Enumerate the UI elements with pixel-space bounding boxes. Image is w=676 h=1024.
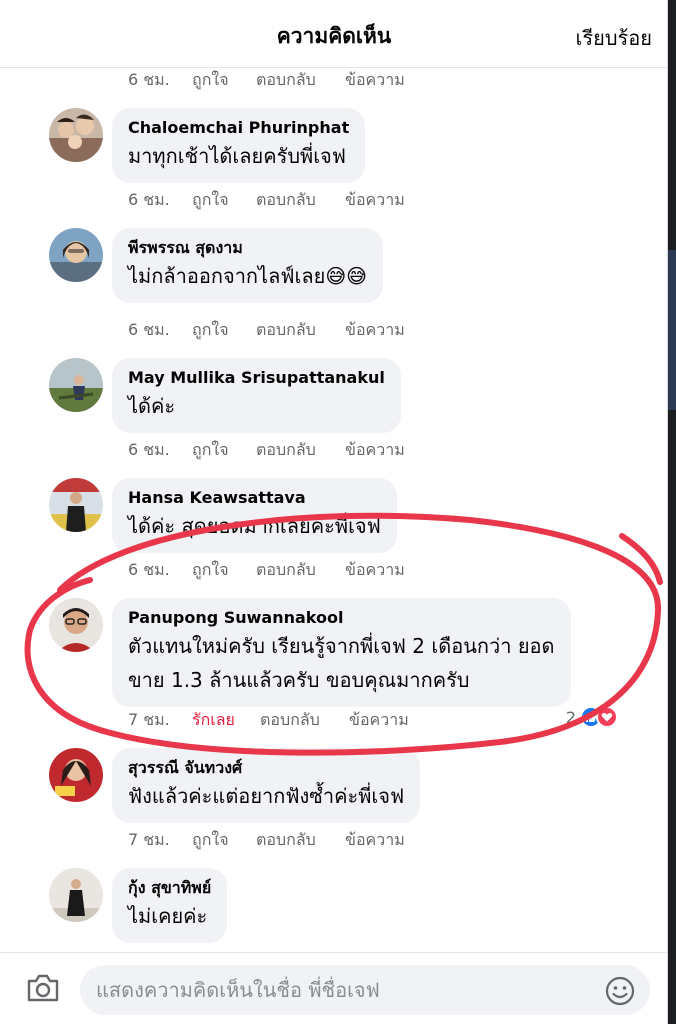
comment-composer bbox=[0, 952, 667, 1024]
done-button[interactable]: เรียบร้อย bbox=[576, 22, 652, 54]
comment-actions: 6 ชม. ถูกใจ ตอบกลับ ข้อความ bbox=[128, 318, 405, 343]
reply-button[interactable]: ตอบกลับ bbox=[256, 318, 345, 343]
camera-icon[interactable] bbox=[26, 973, 60, 1007]
emoji-icon[interactable] bbox=[604, 975, 636, 1011]
commenter-name[interactable]: Chaloemchai Phurinphat bbox=[128, 117, 349, 139]
comment-bubble[interactable]: กุ้ง สุขาทิพย์ ไม่เคยค่ะ bbox=[112, 868, 228, 943]
reaction-summary[interactable]: 2 bbox=[566, 706, 618, 728]
comment-actions: 6 ชม. ถูกใจ ตอบกลับ ข้อความ bbox=[128, 188, 405, 213]
comment-bubble[interactable]: พีรพรรณ สุดงาม ไม่กล้าออกจากไลฟ์เลย😅😅 bbox=[112, 228, 384, 303]
comment-actions: 7 ชม. รักเลย ตอบกลับ ข้อความ bbox=[128, 708, 409, 733]
reply-button[interactable]: ตอบกลับ bbox=[256, 438, 345, 463]
like-button[interactable]: ถูกใจ bbox=[192, 558, 256, 583]
reaction-count: 2 bbox=[565, 707, 576, 727]
comment-text: ไม่เคยค่ะ bbox=[128, 904, 208, 928]
message-button[interactable]: ข้อความ bbox=[345, 318, 405, 343]
avatar[interactable] bbox=[49, 108, 103, 162]
comment-actions: 7 ชม. ถูกใจ ตอบกลับ ข้อความ bbox=[128, 828, 405, 853]
reply-button[interactable]: ตอบกลับ bbox=[260, 708, 349, 733]
message-button[interactable]: ข้อความ bbox=[345, 558, 405, 583]
comment-input[interactable] bbox=[80, 965, 650, 1015]
comment-text-line-2: ขาย 1.3 ล้านแล้วครับ ขอบคุณมากครับ bbox=[128, 668, 470, 692]
comment-bubble[interactable]: Panupong Suwannakool ตัวแทนใหม่ครับ เรีย… bbox=[112, 598, 571, 707]
comment-time: 6 ชม. bbox=[128, 190, 170, 209]
avatar[interactable] bbox=[49, 228, 103, 282]
message-button[interactable]: ข้อความ bbox=[345, 438, 405, 463]
header: ความคิดเห็น เรียบร้อย bbox=[0, 0, 667, 68]
commenter-name[interactable]: Panupong Suwannakool bbox=[128, 607, 555, 629]
comment-text: ได้ค่ะ สุดยอดมากเลยค่ะพี่เจฟ bbox=[128, 514, 381, 538]
message-button[interactable]: ข้อความ bbox=[345, 68, 405, 93]
loved-button[interactable]: รักเลย bbox=[192, 708, 260, 733]
comment-text: มาทุกเช้าได้เลยครับพี่เจฟ bbox=[128, 144, 346, 168]
commenter-name[interactable]: กุ้ง สุขาทิพย์ bbox=[128, 877, 211, 899]
comment-bubble[interactable]: สุวรรณี จันทวงศ์ ฟังแล้วค่ะแต่อยากฟังซ้ำ… bbox=[112, 748, 421, 823]
avatar[interactable] bbox=[49, 478, 103, 532]
comment-time: 6 ชม. bbox=[128, 440, 170, 459]
comment-actions: 6 ชม. ถูกใจ ตอบกลับ ข้อความ bbox=[128, 68, 405, 93]
reply-button[interactable]: ตอบกลับ bbox=[256, 188, 345, 213]
comment-text-line-1: ตัวแทนใหม่ครับ เรียนรู้จากพี่เจฟ 2 เดือน… bbox=[128, 634, 555, 658]
comment-time: 6 ชม. bbox=[128, 560, 170, 579]
like-button[interactable]: ถูกใจ bbox=[192, 438, 256, 463]
like-button[interactable]: ถูกใจ bbox=[192, 68, 256, 93]
comments-sheet: ความคิดเห็น เรียบร้อย 6 ชม. ถูกใจ ตอบกลั… bbox=[0, 0, 668, 1024]
avatar[interactable] bbox=[49, 868, 103, 922]
comment-time: 7 ชม. bbox=[128, 710, 170, 729]
message-button[interactable]: ข้อความ bbox=[349, 708, 409, 733]
message-button[interactable]: ข้อความ bbox=[345, 828, 405, 853]
comment-actions: 6 ชม. ถูกใจ ตอบกลับ ข้อความ bbox=[128, 558, 405, 583]
avatar[interactable] bbox=[49, 748, 103, 802]
commenter-name[interactable]: พีรพรรณ สุดงาม bbox=[128, 237, 367, 259]
commenter-name[interactable]: Hansa Keawsattava bbox=[128, 487, 381, 509]
background-edge bbox=[668, 0, 676, 1024]
like-button[interactable]: ถูกใจ bbox=[192, 188, 256, 213]
comment-time: 6 ชม. bbox=[128, 320, 170, 339]
reply-button[interactable]: ตอบกลับ bbox=[256, 558, 345, 583]
love-reaction-icon bbox=[596, 706, 618, 728]
page-title: ความคิดเห็น bbox=[276, 24, 392, 48]
avatar[interactable] bbox=[49, 598, 103, 652]
comment-time: 7 ชม. bbox=[128, 830, 170, 849]
like-button[interactable]: ถูกใจ bbox=[192, 318, 256, 343]
like-button[interactable]: ถูกใจ bbox=[192, 828, 256, 853]
comment-bubble[interactable]: May Mullika Srisupattanakul ได้ค่ะ bbox=[112, 358, 401, 433]
comment-bubble[interactable]: Chaloemchai Phurinphat มาทุกเช้าได้เลยคร… bbox=[112, 108, 366, 183]
commenter-name[interactable]: สุวรรณี จันทวงศ์ bbox=[128, 757, 404, 779]
comment-text: ไม่กล้าออกจากไลฟ์เลย😅😅 bbox=[128, 264, 368, 288]
comment-time: 6 ชม. bbox=[128, 70, 170, 89]
comment-actions: 6 ชม. ถูกใจ ตอบกลับ ข้อความ bbox=[128, 438, 405, 463]
message-button[interactable]: ข้อความ bbox=[345, 188, 405, 213]
reply-button[interactable]: ตอบกลับ bbox=[256, 68, 345, 93]
comment-bubble[interactable]: Hansa Keawsattava ได้ค่ะ สุดยอดมากเลยค่ะ… bbox=[112, 478, 397, 553]
commenter-name[interactable]: May Mullika Srisupattanakul bbox=[128, 367, 385, 389]
reply-button[interactable]: ตอบกลับ bbox=[256, 828, 345, 853]
comment-text: ได้ค่ะ bbox=[128, 394, 176, 418]
avatar[interactable] bbox=[49, 358, 103, 412]
comment-text: ฟังแล้วค่ะแต่อยากฟังซ้ำค่ะพี่เจฟ bbox=[128, 784, 405, 808]
